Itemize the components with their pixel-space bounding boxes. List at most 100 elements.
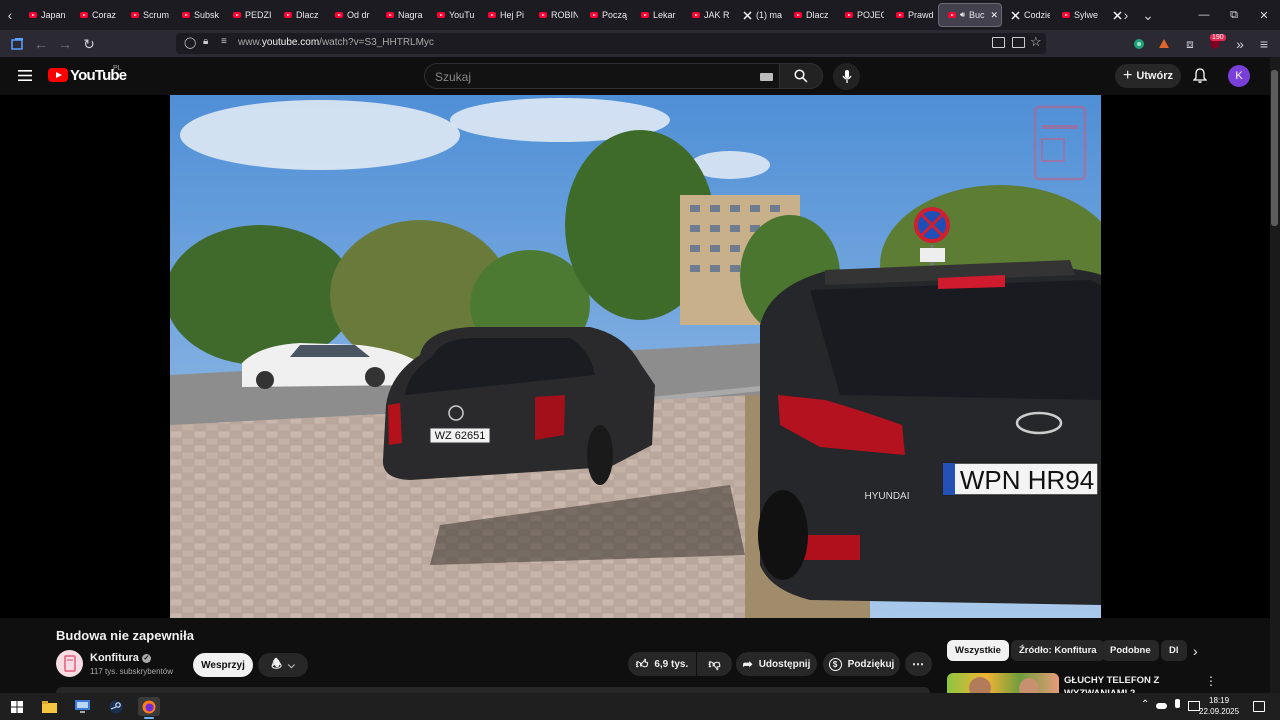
browser-tab[interactable]: Dlacz [785,3,836,27]
shield-icon[interactable]: ◯ [184,36,196,49]
lock-icon[interactable]: 🔒︎ [203,36,208,47]
browser-tab[interactable]: Scrum [122,3,173,27]
windows-start-icon[interactable] [7,697,26,716]
tab-scroll-left-icon[interactable]: ‹ [0,0,20,30]
notifications-bell-icon[interactable] [1193,68,1207,83]
youtube-icon [131,12,139,18]
extensions-puzzle-icon[interactable]: ⧈ [1181,35,1199,53]
youtube-icon [948,12,956,18]
browser-tab[interactable]: Prawd [887,3,938,27]
browser-tab[interactable]: Coraz [71,3,122,27]
subscription-bell-button[interactable]: 🕭︎ ⌵ [258,653,308,677]
more-horizontal-icon: ⋯ [912,657,925,671]
browser-tab[interactable]: POJEC [836,3,887,27]
browser-tab[interactable]: Subsk [173,3,224,27]
fox-extension-icon[interactable] [1155,35,1173,53]
permissions-icon[interactable]: ≡ [221,36,227,47]
restore-window-button[interactable]: ⧉ [1218,0,1250,30]
overflow-menu-icon[interactable]: » [1231,35,1249,53]
url-bar[interactable]: ◯ 🔒︎ ≡ www.youtube.com/watch?v=S3_HHTRLM… [176,33,1046,54]
tab-label: Lekar [653,10,676,20]
browser-tab[interactable]: Sylwe [1053,3,1104,27]
minimize-window-button[interactable]: — [1188,0,1220,30]
steam-icon[interactable] [106,697,125,716]
user-avatar[interactable]: K [1228,65,1250,87]
recommendation-thumbnail[interactable] [947,673,1059,693]
browser-tab[interactable]: Począ [581,3,632,27]
reload-icon[interactable]: ↻ [80,35,98,53]
chip-source-channel[interactable]: Źródło: Konfitura [1011,640,1105,661]
keyboard-icon[interactable] [760,73,773,81]
url-text[interactable]: www.youtube.com/watch?v=S3_HHTRLMyc [238,37,434,48]
thanks-button[interactable]: $ Podziękuj [823,652,900,676]
channel-name[interactable]: Konfitura ✓ [90,652,151,664]
vpn-extension-icon[interactable] [1130,35,1148,53]
voice-search-button[interactable] [833,63,860,90]
chip-more[interactable]: Dl [1161,640,1187,661]
plus-icon: + [1122,67,1133,84]
share-button[interactable]: ➦ Udostępnij [736,652,817,676]
speaker-icon[interactable]: 🔊︎ [960,10,965,20]
firefox-icon[interactable] [138,697,160,716]
tab-label: PEDZI [245,10,272,20]
browser-tab[interactable]: JAK R [683,3,734,27]
video-frame[interactable]: WZ 62651 WPN HR94 HYUNDAI [170,95,1101,618]
page-scrollbar-thumb[interactable] [1271,70,1278,226]
dislike-button[interactable]: 👎︎ [697,652,732,676]
search-input[interactable] [433,67,737,87]
tray-chevron-up-icon[interactable]: ⌃ [1141,699,1149,710]
create-button[interactable]: + Utwórz [1115,64,1181,88]
notifications-icon[interactable] [1253,701,1265,712]
reader-view-icon[interactable] [1012,37,1025,48]
channel-name-label[interactable]: Konfitura [90,652,139,664]
guide-menu-icon[interactable] [18,70,32,81]
like-button[interactable]: 👍︎ 6,9 tys. [628,652,696,676]
remote-desktop-icon[interactable] [73,697,92,716]
browser-tab[interactable]: ROBIN [530,3,581,27]
chips-next-icon[interactable]: › [1193,643,1198,659]
tab-label: POJEC [857,10,884,20]
bookmark-star-icon[interactable]: ☆ [1030,34,1042,50]
browser-tab[interactable]: Japan [20,3,71,27]
browser-tab[interactable]: (1) ma [734,3,785,27]
chip-related[interactable]: Podobne [1102,640,1159,661]
browser-tab[interactable]: YouTu [428,3,479,27]
browser-tab[interactable]: Nagra [377,3,428,27]
chip-all[interactable]: Wszystkie [947,640,1009,661]
browser-tab[interactable]: Codzie [1002,3,1053,27]
clock[interactable]: 18:19 22.09.2025 [1199,695,1239,717]
search-button[interactable] [780,63,823,89]
plate-front-text: WZ 62651 [435,430,486,442]
picture-in-picture-icon[interactable] [992,37,1005,48]
close-window-button[interactable]: ✕ [1248,0,1280,30]
video-player[interactable]: WZ 62651 WPN HR94 HYUNDAI [0,95,1270,618]
browser-tab[interactable]: Lekar [632,3,683,27]
back-icon[interactable]: ← [32,35,50,53]
hamburger-menu-icon[interactable]: ≡ [1255,35,1273,53]
browser-tab[interactable]: Dlacz [275,3,326,27]
browser-tab-active[interactable]: 🔊︎ Buc ✕ [938,3,1002,27]
forward-icon[interactable]: → [56,35,74,53]
tab-label: Dlacz [296,10,319,20]
channel-avatar[interactable] [56,650,83,677]
toyota-car: WZ 62651 [382,327,655,485]
browser-tab-strip: ‹ Japan Coraz Scrum Subsk PEDZI Dlacz Od dr Nag… [0,0,1280,30]
close-tab-icon[interactable]: ✕ [990,10,998,21]
windows-taskbar: ⌃ 18:19 22.09.2025 [0,693,1280,720]
browser-tab[interactable]: Od dr [326,3,377,27]
tab-scroll-right-icon[interactable]: › [1116,0,1136,30]
tab-list-dropdown-icon[interactable]: ⌄ [1138,0,1158,30]
browser-tab[interactable]: Hej Pi [479,3,530,27]
file-explorer-icon[interactable] [40,697,59,716]
support-button[interactable]: Wesprzyj [193,653,253,677]
onedrive-icon[interactable] [1156,703,1167,709]
browser-tab[interactable]: PEDZI [224,3,275,27]
youtube-logo-icon[interactable] [48,68,68,82]
x-icon [1011,11,1020,20]
youtube-icon [590,12,598,18]
microphone-tray-icon[interactable] [1175,699,1180,708]
create-label: Utwórz [1136,70,1173,82]
more-actions-button[interactable]: ⋯ [905,652,932,676]
recommendation-menu-icon[interactable]: ⋮ [1205,674,1217,688]
tab-overview-icon[interactable] [8,35,26,53]
